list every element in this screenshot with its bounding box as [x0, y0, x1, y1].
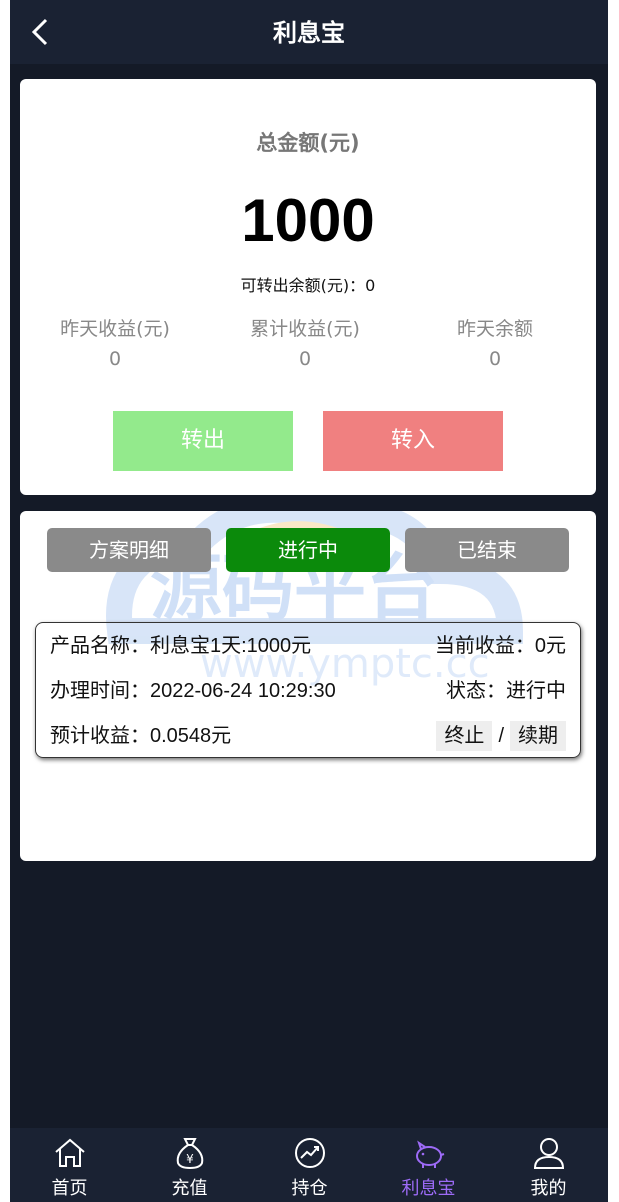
nav-interest-treasure[interactable]: 利息宝: [369, 1128, 488, 1202]
orders-card: 源码平台 www.ymptc.cc 方案明细 进行中 已结束 产品名称：利息宝1…: [20, 511, 596, 861]
bottom-tab-bar: 首页 ¥ 充值 持仓 利息宝 我的: [10, 1128, 608, 1202]
order-row: 办理时间：2022-06-24 10:29:30 状态：进行中: [50, 676, 566, 706]
order-actions: 终止 / 续期: [436, 721, 566, 751]
nav-label: 充值: [171, 1178, 208, 1199]
stat-value: 0: [108, 348, 122, 370]
stat-total-income: 累计收益(元) 0: [210, 315, 400, 373]
piggy-bank-icon: [416, 1140, 445, 1168]
nav-label: 我的: [530, 1178, 567, 1199]
terminate-button[interactable]: 终止: [436, 721, 493, 751]
app-screen: 利息宝 总金额(元) 1000 可转出余额(元)：0 昨天收益(元) 0 累计收…: [10, 0, 608, 1202]
current-income: 当前收益：0元: [434, 635, 566, 657]
transfer-out-button[interactable]: 转出: [113, 411, 293, 471]
stat-value: 0: [298, 348, 312, 370]
order-status: 状态：进行中: [446, 680, 566, 702]
renew-button[interactable]: 续期: [510, 721, 566, 751]
nav-recharge[interactable]: ¥ 充值: [130, 1128, 249, 1202]
order-row: 产品名称：利息宝1天:1000元 当前收益：0元: [50, 631, 566, 661]
nav-home[interactable]: 首页: [10, 1128, 129, 1202]
nav-positions[interactable]: 持仓: [250, 1128, 369, 1202]
transferable-balance: 可转出余额(元)：0: [240, 276, 376, 295]
svg-text:¥: ¥: [186, 1152, 194, 1166]
user-icon: [533, 1138, 565, 1169]
order-time: 办理时间：2022-06-24 10:29:30: [50, 680, 336, 702]
product-name: 产品名称：利息宝1天:1000元: [50, 635, 312, 657]
stat-value: 0: [488, 348, 502, 370]
expected-income: 预计收益：0.0548元: [50, 725, 232, 747]
transfer-in-button[interactable]: 转入: [323, 411, 503, 471]
nav-label: 首页: [51, 1178, 88, 1199]
page-title: 利息宝: [273, 19, 345, 47]
action-separator: /: [498, 725, 504, 747]
money-bag-icon: ¥: [176, 1138, 204, 1170]
chart-icon: [295, 1138, 325, 1168]
tab-plan-details[interactable]: 方案明细: [47, 528, 211, 572]
stat-label: 累计收益(元): [250, 318, 360, 340]
summary-card: 总金额(元) 1000 可转出余额(元)：0 昨天收益(元) 0 累计收益(元)…: [20, 79, 596, 495]
tab-ongoing[interactable]: 进行中: [226, 528, 390, 572]
order-item: 产品名称：利息宝1天:1000元 当前收益：0元 办理时间：2022-06-24…: [35, 622, 581, 758]
stat-label: 昨天余额: [456, 318, 533, 340]
stat-yesterday-income: 昨天收益(元) 0: [20, 315, 210, 373]
total-amount-label: 总金额(元): [256, 131, 360, 155]
home-icon: [55, 1138, 85, 1167]
nav-mine[interactable]: 我的: [489, 1128, 608, 1202]
stat-label: 昨天收益(元): [60, 318, 170, 340]
total-amount-value: 1000: [241, 187, 375, 254]
nav-label: 利息宝: [401, 1178, 456, 1199]
header: 利息宝: [10, 0, 608, 64]
order-row: 预计收益：0.0548元 终止 / 续期: [50, 721, 566, 751]
nav-label: 持仓: [291, 1178, 328, 1199]
stat-yesterday-balance: 昨天余额 0: [400, 315, 590, 373]
tab-ended[interactable]: 已结束: [405, 528, 569, 572]
